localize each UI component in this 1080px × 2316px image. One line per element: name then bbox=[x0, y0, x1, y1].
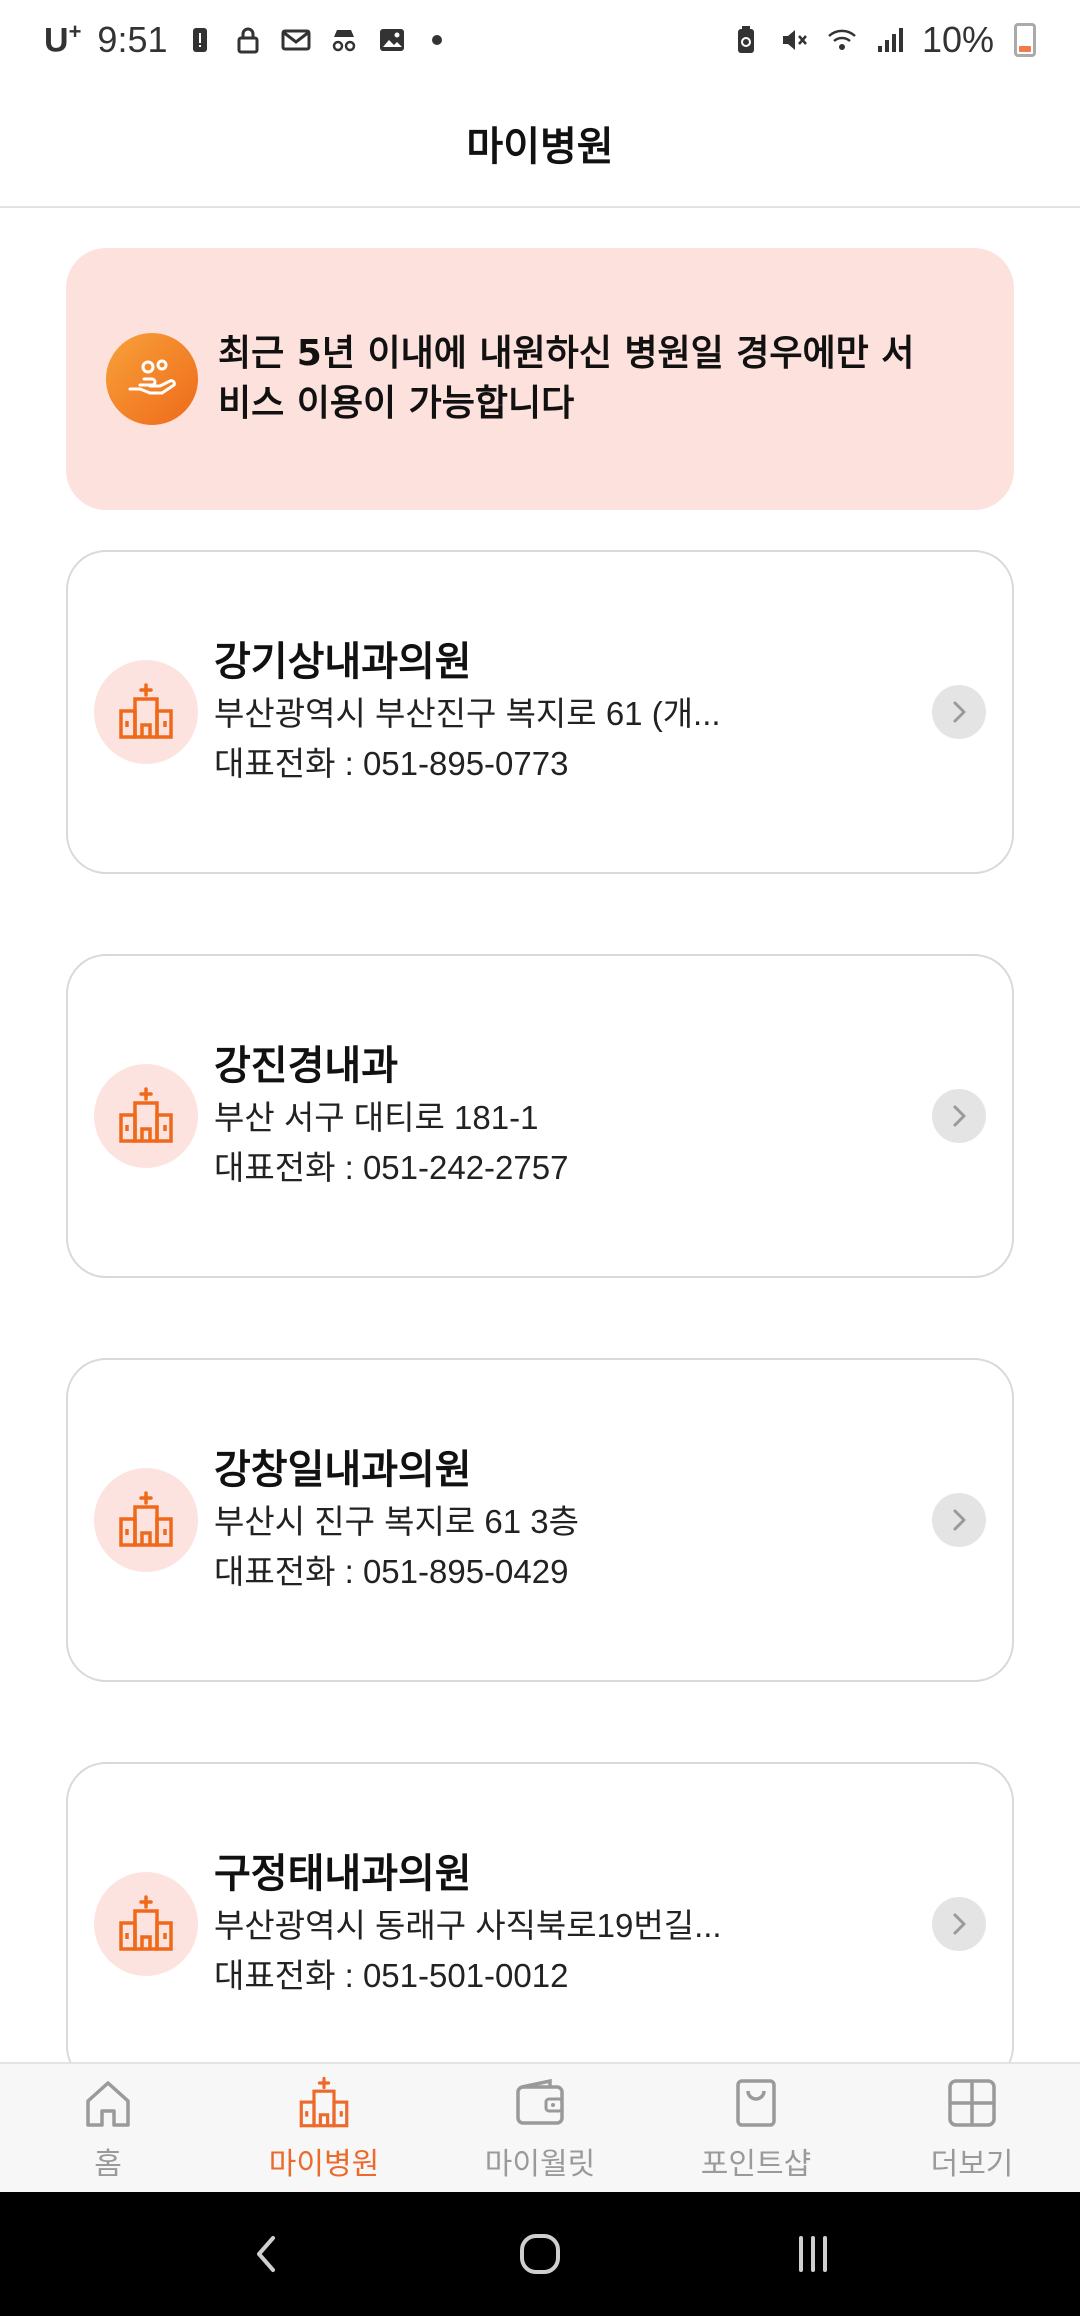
hospital-list: 강기상내과의원 부산광역시 부산진구 복지로 61 (개... 대표전화 : 0… bbox=[66, 550, 1014, 2166]
chevron-right-icon[interactable] bbox=[932, 1897, 986, 1951]
hospital-card[interactable]: 강창일내과의원 부산시 진구 복지로 61 3층 대표전화 : 051-895-… bbox=[66, 1358, 1014, 1682]
status-time: 9:51 bbox=[97, 19, 168, 60]
app-header: 마이병원 bbox=[0, 80, 1080, 208]
nav-item-my-hospital[interactable]: 마이병원 bbox=[216, 2064, 432, 2192]
nav-item-my-wallet[interactable]: 마이월릿 bbox=[432, 2064, 648, 2192]
hospital-address: 부산시 진구 복지로 61 3층 bbox=[214, 1503, 579, 1540]
signal-icon bbox=[874, 24, 906, 56]
hospital-name: 강기상내과의원 bbox=[214, 639, 472, 685]
battery-icon bbox=[1014, 23, 1036, 57]
page-title: 마이병원 bbox=[466, 124, 614, 170]
nav-label-my-wallet: 마이월릿 bbox=[484, 2148, 596, 2181]
status-right: 10% bbox=[730, 19, 1036, 61]
hospital-name: 구정태내과의원 bbox=[214, 1851, 472, 1897]
hospital-phone: 대표전화 : 051-501-0012 bbox=[214, 1957, 569, 1994]
back-icon[interactable] bbox=[239, 2226, 295, 2282]
mail-icon bbox=[280, 24, 312, 56]
incognito-icon bbox=[328, 24, 360, 56]
status-bar: U+ 9:51 10% bbox=[0, 0, 1080, 80]
hospital-phone: 대표전화 : 051-895-0773 bbox=[214, 745, 569, 782]
wifi-icon bbox=[826, 24, 858, 56]
hospital-info: 구정태내과의원 부산광역시 동래구 사직북로19번길... 대표전화 : 051… bbox=[198, 1847, 932, 2001]
hospital-icon bbox=[299, 2076, 349, 2128]
nav-item-home[interactable]: 홈 bbox=[0, 2064, 216, 2192]
system-nav-bar bbox=[0, 2192, 1080, 2316]
carrier-label: U+ bbox=[44, 19, 82, 60]
notice-text: 최근 5년 이내에 내원하신 병원일 경우에만 서 비스 이용이 가능합니다 bbox=[218, 329, 914, 429]
hospital-card[interactable]: 강기상내과의원 부산광역시 부산진구 복지로 61 (개... 대표전화 : 0… bbox=[66, 550, 1014, 874]
hospital-phone: 대표전화 : 051-895-0429 bbox=[214, 1553, 569, 1590]
notice-banner: 최근 5년 이내에 내원하신 병원일 경우에만 서 비스 이용이 가능합니다 bbox=[66, 248, 1014, 510]
chevron-right-icon[interactable] bbox=[932, 1089, 986, 1143]
hospital-icon bbox=[94, 1468, 198, 1572]
hospital-address: 부산 서구 대티로 181-1 bbox=[214, 1099, 539, 1136]
hospital-info: 강진경내과 부산 서구 대티로 181-1 대표전화 : 051-242-275… bbox=[198, 1039, 932, 1193]
hospital-icon bbox=[94, 1064, 198, 1168]
recent-apps-icon[interactable] bbox=[785, 2226, 841, 2282]
shopping-bag-icon bbox=[736, 2079, 776, 2127]
hospital-address: 부산광역시 부산진구 복지로 61 (개... bbox=[214, 695, 721, 732]
hospital-card[interactable]: 강진경내과 부산 서구 대티로 181-1 대표전화 : 051-242-275… bbox=[66, 954, 1014, 1278]
notice-line-1: 최근 5년 이내에 내원하신 병원일 경우에만 서 bbox=[218, 333, 915, 374]
image-icon bbox=[376, 24, 408, 56]
battery-percent: 10% bbox=[921, 19, 994, 60]
chevron-right-icon[interactable] bbox=[932, 685, 986, 739]
nav-label-my-hospital: 마이병원 bbox=[268, 2148, 380, 2181]
hospital-card[interactable]: 구정태내과의원 부산광역시 동래구 사직북로19번길... 대표전화 : 051… bbox=[66, 1762, 1014, 2086]
alert-icon bbox=[184, 24, 216, 56]
hospital-icon bbox=[94, 1872, 198, 1976]
home-button-icon[interactable] bbox=[512, 2226, 568, 2282]
hospital-address: 부산광역시 동래구 사직북로19번길... bbox=[214, 1907, 722, 1944]
hospital-name: 강진경내과 bbox=[214, 1043, 398, 1089]
hospital-info: 강기상내과의원 부산광역시 부산진구 복지로 61 (개... 대표전화 : 0… bbox=[198, 635, 932, 789]
hand-coin-icon bbox=[106, 333, 198, 425]
bottom-nav: 홈 마이병원 마이월릿 포인트샵 더보기 bbox=[0, 2062, 1080, 2192]
chevron-right-icon[interactable] bbox=[932, 1493, 986, 1547]
hospital-name: 강창일내과의원 bbox=[214, 1447, 472, 1493]
wallet-icon bbox=[516, 2078, 564, 2125]
grid-icon bbox=[948, 2079, 996, 2127]
hospital-info: 강창일내과의원 부산시 진구 복지로 61 3층 대표전화 : 051-895-… bbox=[198, 1443, 932, 1597]
nav-item-point-shop[interactable]: 포인트샵 bbox=[648, 2064, 864, 2192]
mute-icon bbox=[778, 24, 810, 56]
nav-label-more: 더보기 bbox=[930, 2148, 1014, 2181]
lock-icon bbox=[232, 24, 264, 56]
notice-line-2: 비스 이용이 가능합니다 bbox=[218, 383, 575, 424]
notification-dot bbox=[431, 35, 442, 45]
hospital-icon bbox=[94, 660, 198, 764]
nav-label-home: 홈 bbox=[94, 2148, 122, 2181]
nav-label-point-shop: 포인트샵 bbox=[700, 2148, 812, 2181]
status-left: U+ 9:51 bbox=[44, 19, 442, 61]
home-icon bbox=[86, 2081, 130, 2127]
hospital-phone: 대표전화 : 051-242-2757 bbox=[214, 1149, 569, 1186]
recycle-battery-icon bbox=[730, 24, 762, 56]
nav-item-more[interactable]: 더보기 bbox=[864, 2064, 1080, 2192]
